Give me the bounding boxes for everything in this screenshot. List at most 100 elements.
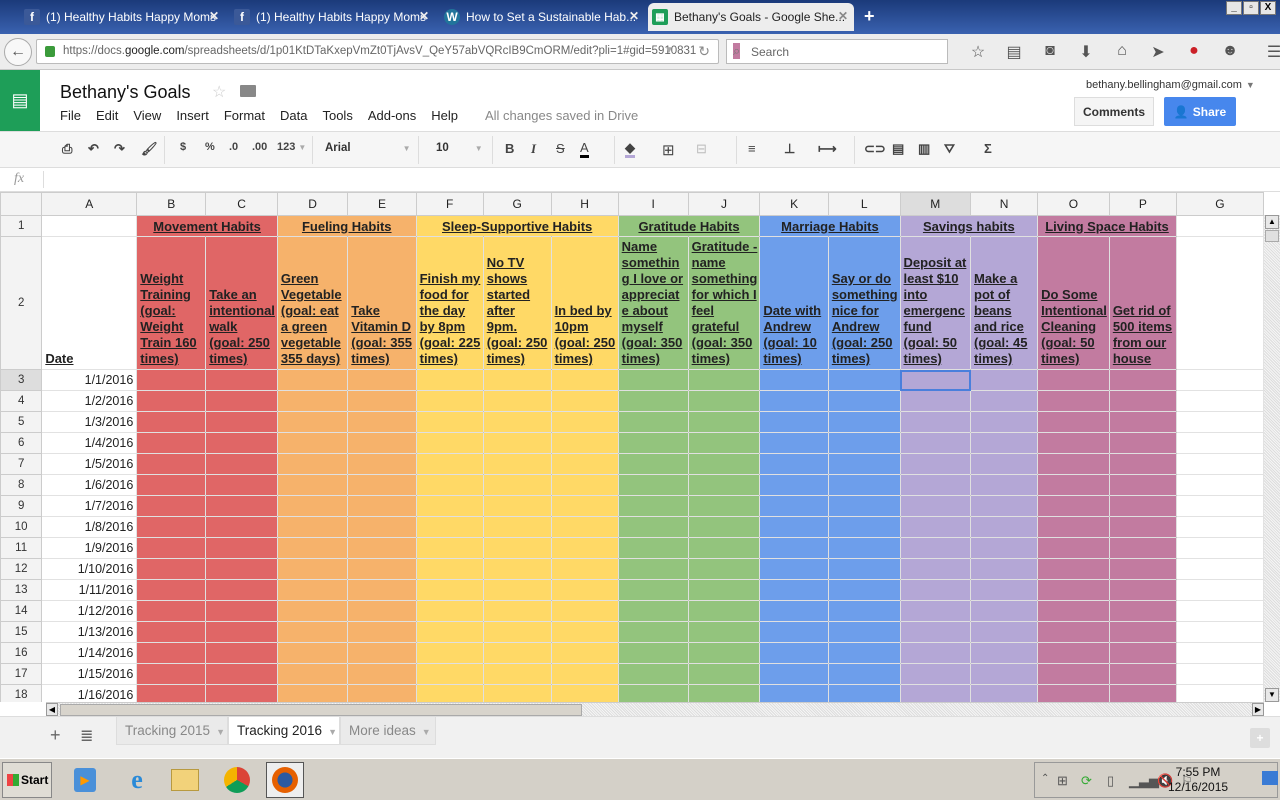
- minimize-button[interactable]: _: [1226, 1, 1242, 15]
- habit-cell[interactable]: [482, 621, 552, 643]
- habit-header-cell[interactable]: Take an intentional walk (goal: 250 time…: [205, 236, 278, 370]
- date-cell[interactable]: 1/16/2016: [41, 684, 138, 702]
- redo-icon[interactable]: ↷: [114, 141, 125, 157]
- habit-cell[interactable]: [205, 642, 278, 664]
- habit-cell[interactable]: [687, 579, 761, 601]
- column-header[interactable]: C: [205, 192, 278, 216]
- habit-cell[interactable]: [969, 579, 1039, 601]
- all-sheets-button[interactable]: ≣: [80, 726, 93, 746]
- habit-cell[interactable]: [827, 495, 901, 517]
- row-header[interactable]: 2: [0, 236, 43, 370]
- cell[interactable]: [1175, 600, 1264, 622]
- habit-cell[interactable]: [550, 579, 619, 601]
- habit-cell[interactable]: [1108, 390, 1177, 412]
- habit-cell[interactable]: [347, 621, 417, 643]
- habit-cell[interactable]: [347, 411, 417, 433]
- column-header[interactable]: I: [617, 192, 689, 216]
- habit-cell[interactable]: [482, 537, 552, 559]
- habit-cell[interactable]: [276, 474, 349, 496]
- habit-cell[interactable]: [550, 663, 619, 685]
- habit-cell[interactable]: [347, 558, 417, 580]
- search-input[interactable]: ⌕ Search: [726, 39, 948, 64]
- habit-cell[interactable]: [1108, 621, 1177, 643]
- date-cell[interactable]: 1/8/2016: [41, 516, 138, 538]
- vertical-scroll-thumb[interactable]: [1265, 230, 1279, 242]
- habit-cell[interactable]: [899, 621, 972, 643]
- habit-cell[interactable]: [899, 684, 972, 702]
- habit-cell[interactable]: [1108, 600, 1177, 622]
- reload-icon[interactable]: ↻: [698, 43, 710, 60]
- habit-cell[interactable]: [617, 600, 689, 622]
- habit-cell[interactable]: [482, 663, 552, 685]
- habit-cell[interactable]: [899, 642, 972, 664]
- habit-cell[interactable]: [347, 453, 417, 475]
- habit-cell[interactable]: [827, 474, 901, 496]
- pocket-icon[interactable]: ◙: [1032, 42, 1068, 62]
- hamburger-menu-icon[interactable]: ☰: [1256, 42, 1280, 62]
- habit-cell[interactable]: [347, 516, 417, 538]
- habit-cell[interactable]: [482, 579, 552, 601]
- date-cell[interactable]: 1/6/2016: [41, 474, 138, 496]
- habit-cell[interactable]: [482, 390, 552, 412]
- habit-cell[interactable]: [205, 474, 278, 496]
- cell[interactable]: [1175, 516, 1264, 538]
- habit-cell[interactable]: [347, 684, 417, 702]
- habit-cell[interactable]: [136, 600, 207, 622]
- habit-cell[interactable]: [759, 558, 829, 580]
- habit-cell[interactable]: [415, 453, 484, 475]
- habit-header-cell[interactable]: Green Vegetable (goal: eat a green veget…: [276, 236, 349, 370]
- cell[interactable]: [1175, 663, 1264, 685]
- habit-cell[interactable]: [205, 390, 278, 412]
- cell[interactable]: [1175, 537, 1264, 559]
- cell[interactable]: [1175, 621, 1264, 643]
- habit-cell[interactable]: [347, 432, 417, 454]
- habit-cell[interactable]: [969, 411, 1039, 433]
- paint-format-icon[interactable]: 🖌: [141, 141, 158, 157]
- star-icon[interactable]: ☆: [212, 82, 226, 102]
- habit-cell[interactable]: [1108, 537, 1177, 559]
- habit-cell[interactable]: [482, 642, 552, 664]
- back-button[interactable]: ←: [4, 38, 32, 66]
- cell[interactable]: [41, 215, 138, 237]
- habit-cell[interactable]: [827, 579, 901, 601]
- habit-cell[interactable]: [617, 642, 689, 664]
- habit-cell[interactable]: [550, 474, 619, 496]
- habit-cell[interactable]: [827, 432, 901, 454]
- habit-cell[interactable]: [759, 516, 829, 538]
- habit-cell[interactable]: [1037, 537, 1110, 559]
- start-button[interactable]: Start: [2, 762, 52, 798]
- chrome-icon[interactable]: [218, 762, 256, 798]
- habit-cell[interactable]: [759, 432, 829, 454]
- undo-icon[interactable]: ↶: [88, 141, 99, 157]
- habit-cell[interactable]: [136, 684, 207, 702]
- habit-cell[interactable]: [136, 579, 207, 601]
- habit-cell[interactable]: [347, 537, 417, 559]
- restore-button[interactable]: ▫: [1243, 1, 1259, 15]
- habit-cell[interactable]: [482, 411, 552, 433]
- habit-cell[interactable]: [276, 495, 349, 517]
- close-tab-icon[interactable]: ✕: [838, 9, 848, 23]
- habit-cell[interactable]: [415, 621, 484, 643]
- habit-cell[interactable]: [899, 600, 972, 622]
- column-header[interactable]: B: [136, 192, 207, 216]
- habit-cell[interactable]: [136, 516, 207, 538]
- category-cell[interactable]: Savings habits: [899, 215, 1039, 237]
- media-player-icon[interactable]: ▶: [66, 762, 104, 798]
- habit-cell[interactable]: [899, 495, 972, 517]
- column-header[interactable]: K: [759, 192, 829, 216]
- filter-icon[interactable]: ⛛: [944, 141, 955, 157]
- habit-cell[interactable]: [759, 474, 829, 496]
- habit-cell[interactable]: [617, 369, 689, 391]
- select-all-corner[interactable]: [0, 192, 43, 216]
- habit-cell[interactable]: [969, 663, 1039, 685]
- date-cell[interactable]: 1/7/2016: [41, 495, 138, 517]
- show-hidden-icons-icon[interactable]: ⌃: [1041, 773, 1049, 784]
- clock[interactable]: 7:55 PM 12/16/2015: [1168, 765, 1228, 795]
- habit-cell[interactable]: [136, 663, 207, 685]
- habit-cell[interactable]: [759, 390, 829, 412]
- habit-cell[interactable]: [617, 516, 689, 538]
- habit-cell[interactable]: [415, 558, 484, 580]
- sheet-tab[interactable]: Tracking 2015 ▼: [116, 717, 228, 745]
- habit-header-cell[interactable]: Say or do something nice for Andrew (goa…: [827, 236, 901, 370]
- cell[interactable]: [1175, 558, 1264, 580]
